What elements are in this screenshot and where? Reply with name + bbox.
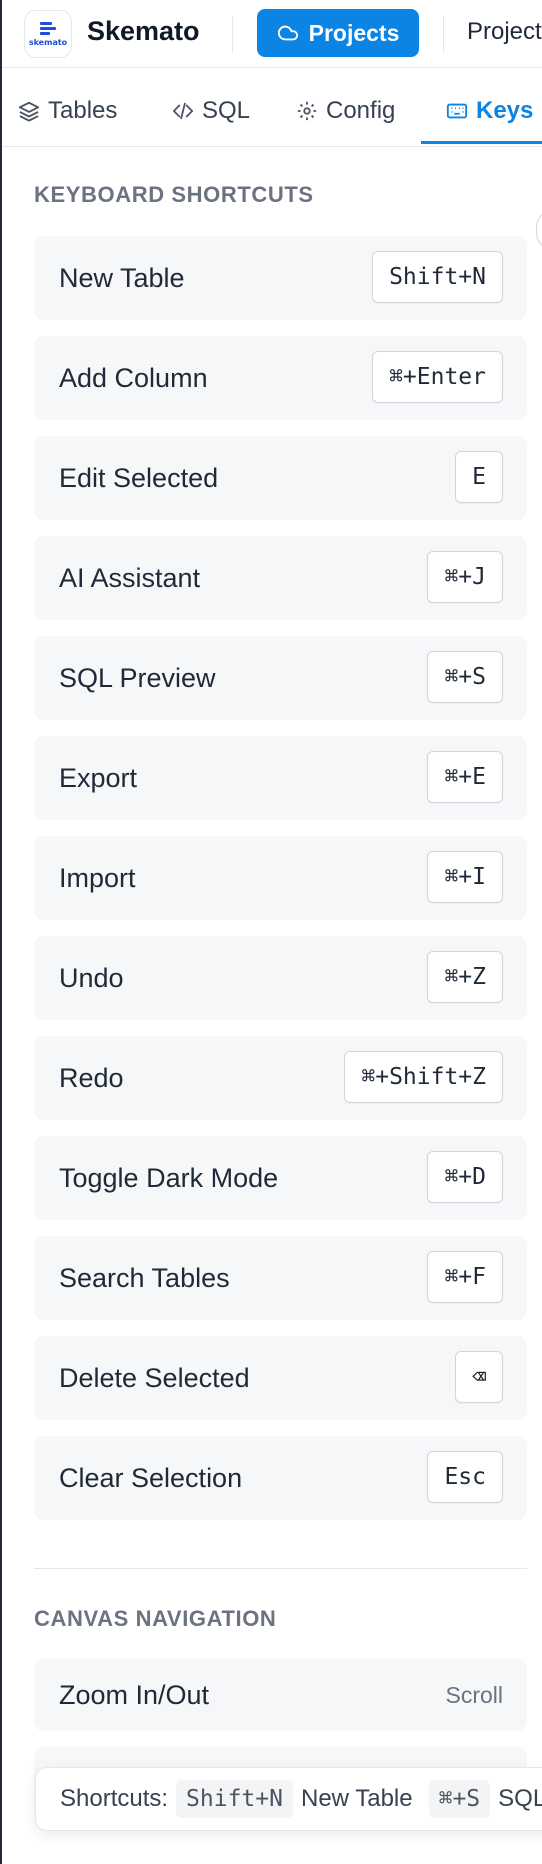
shortcut-key: ⌘+E: [427, 751, 503, 803]
shortcuts-hint-bar: Shortcuts: Shift+N New Table ⌘+S SQL Pre…: [35, 1767, 542, 1831]
shortcut-row: Search Tables ⌘+F: [34, 1236, 527, 1320]
shortcut-key: ⌘+Z: [427, 951, 503, 1003]
shortcuts-bar-prefix: Shortcuts:: [60, 1785, 169, 1812]
section-title-canvas-navigation: CANVAS NAVIGATION: [34, 1606, 277, 1631]
code-icon: [172, 102, 194, 120]
app-frame: skemato Skemato Projects Project Tables …: [0, 0, 542, 1864]
shortcut-key: Esc: [427, 1451, 503, 1503]
tab-label: Config: [326, 97, 396, 124]
tab-keys[interactable]: Keys: [446, 75, 533, 147]
app-logo[interactable]: skemato: [24, 10, 72, 58]
canvas-nav-row: Zoom In/Out Scroll: [34, 1659, 527, 1731]
shortcut-label: Delete Selected: [59, 1363, 250, 1393]
shortcut-label: Edit Selected: [59, 463, 219, 493]
layers-icon: [18, 101, 40, 122]
gear-icon: [297, 101, 317, 121]
tab-label: SQL: [202, 97, 251, 124]
tab-bar: Tables SQL Config Keys: [2, 75, 542, 147]
shortcut-row: Toggle Dark Mode ⌘+D: [34, 1136, 527, 1220]
shortcut-key: ⌘+D: [427, 1151, 503, 1203]
shortcut-row: Delete Selected ⌫: [34, 1336, 527, 1420]
shortcut-row: Import ⌘+I: [34, 836, 527, 920]
shortcut-key: ⌘+J: [427, 551, 503, 603]
shortcut-key: ⌫: [455, 1351, 503, 1403]
header-divider: [232, 16, 233, 52]
panel-resize-handle[interactable]: [536, 208, 542, 252]
project-breadcrumb[interactable]: Project: [467, 18, 542, 46]
logo-text: skemato: [28, 38, 68, 47]
shortcut-label: Undo: [59, 963, 124, 993]
shortcut-row: Add Column ⌘+Enter: [34, 336, 527, 420]
shortcut-bar-label: SQL Preview: [498, 1785, 542, 1812]
section-title-keyboard-shortcuts: KEYBOARD SHORTCUTS: [34, 182, 314, 207]
shortcut-key: ⌘+I: [427, 851, 503, 903]
canvas-nav-label: Zoom In/Out: [59, 1680, 210, 1710]
shortcut-label: Clear Selection: [59, 1463, 243, 1493]
shortcut-row: Redo ⌘+Shift+Z: [34, 1036, 527, 1120]
projects-button[interactable]: Projects: [257, 9, 419, 57]
shortcut-row: AI Assistant ⌘+J: [34, 536, 527, 620]
shortcut-key: ⌘+F: [427, 1251, 503, 1303]
header-divider: [443, 16, 444, 52]
shortcut-label: Redo: [59, 1063, 124, 1093]
shortcut-label: Add Column: [59, 363, 208, 393]
shortcut-row: SQL Preview ⌘+S: [34, 636, 527, 720]
tab-label: Tables: [48, 97, 118, 124]
shortcut-label: New Table: [59, 263, 185, 293]
shortcut-row: Undo ⌘+Z: [34, 936, 527, 1020]
shortcut-key: ⌘+Enter: [372, 351, 503, 403]
app-name: Skemato: [87, 16, 200, 46]
shortcut-row: Clear Selection Esc: [34, 1436, 527, 1520]
keyboard-icon: [446, 103, 468, 119]
shortcut-label: Export: [59, 763, 138, 793]
shortcut-bar-key: Shift+N: [176, 1780, 293, 1818]
active-tab-indicator: [421, 141, 542, 144]
shortcut-label: Import: [59, 863, 136, 893]
shortcut-row: Export ⌘+E: [34, 736, 527, 820]
shortcut-row: Edit Selected E: [34, 436, 527, 520]
tab-label: Keys: [476, 97, 534, 124]
canvas-nav-hint: Scroll: [445, 1682, 503, 1708]
cloud-icon: [277, 25, 298, 41]
shortcut-row: New Table Shift+N: [34, 236, 527, 320]
tab-config[interactable]: Config: [296, 75, 395, 147]
shortcut-bar-key: ⌘+S: [428, 1780, 491, 1818]
shortcut-label: Search Tables: [59, 1263, 230, 1293]
shortcut-key: E: [455, 451, 503, 503]
shortcut-bar-label: New Table: [300, 1785, 413, 1812]
tab-tables[interactable]: Tables: [18, 75, 117, 147]
projects-button-label: Projects: [308, 19, 400, 46]
shortcut-label: AI Assistant: [59, 563, 201, 593]
top-header: skemato Skemato Projects Project: [2, 0, 542, 68]
logo-icon: [40, 22, 56, 35]
tab-sql[interactable]: SQL: [172, 75, 250, 147]
shortcut-label: SQL Preview: [59, 663, 216, 693]
shortcut-key: Shift+N: [372, 251, 503, 303]
shortcut-key: ⌘+S: [427, 651, 503, 703]
section-divider: [34, 1568, 527, 1569]
shortcut-label: Toggle Dark Mode: [59, 1163, 279, 1193]
shortcut-key: ⌘+Shift+Z: [344, 1051, 503, 1103]
